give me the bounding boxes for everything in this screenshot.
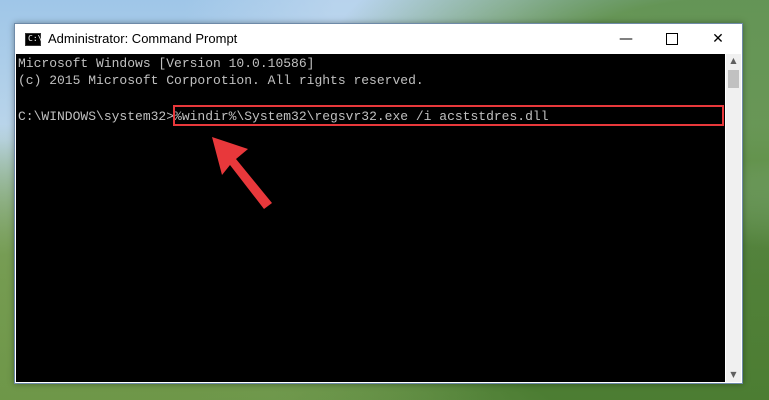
cmd-icon: C:\ bbox=[25, 33, 43, 46]
maximize-icon bbox=[666, 33, 678, 45]
command-highlight-box bbox=[173, 105, 724, 126]
close-icon: ✕ bbox=[712, 31, 724, 47]
close-button[interactable]: ✕ bbox=[695, 24, 741, 54]
console-line-copyright: (c) 2015 Microsoft Corporotion. All righ… bbox=[18, 73, 424, 88]
vertical-scrollbar[interactable]: ▲ ▼ bbox=[726, 54, 741, 382]
window-title: Administrator: Command Prompt bbox=[48, 31, 238, 46]
scroll-down-arrow-icon[interactable]: ▼ bbox=[726, 368, 741, 382]
title-bar[interactable]: C:\ Administrator: Command Prompt — ✕ bbox=[15, 24, 742, 54]
red-arrow-icon bbox=[212, 137, 272, 209]
console-area[interactable]: Microsoft Windows [Version 10.0.10586] (… bbox=[16, 54, 725, 382]
scrollbar-thumb[interactable] bbox=[728, 70, 739, 88]
cmd-icon-text: C:\ bbox=[28, 34, 43, 43]
console-line-version: Microsoft Windows [Version 10.0.10586] bbox=[18, 56, 315, 71]
minimize-icon: — bbox=[619, 31, 633, 47]
minimize-button[interactable]: — bbox=[603, 24, 649, 54]
console-prompt: C:\WINDOWS\system32> bbox=[18, 109, 175, 124]
maximize-button[interactable] bbox=[649, 24, 695, 54]
scroll-up-arrow-icon[interactable]: ▲ bbox=[726, 54, 741, 68]
command-prompt-window[interactable]: C:\ Administrator: Command Prompt — ✕ Mi… bbox=[14, 23, 743, 384]
